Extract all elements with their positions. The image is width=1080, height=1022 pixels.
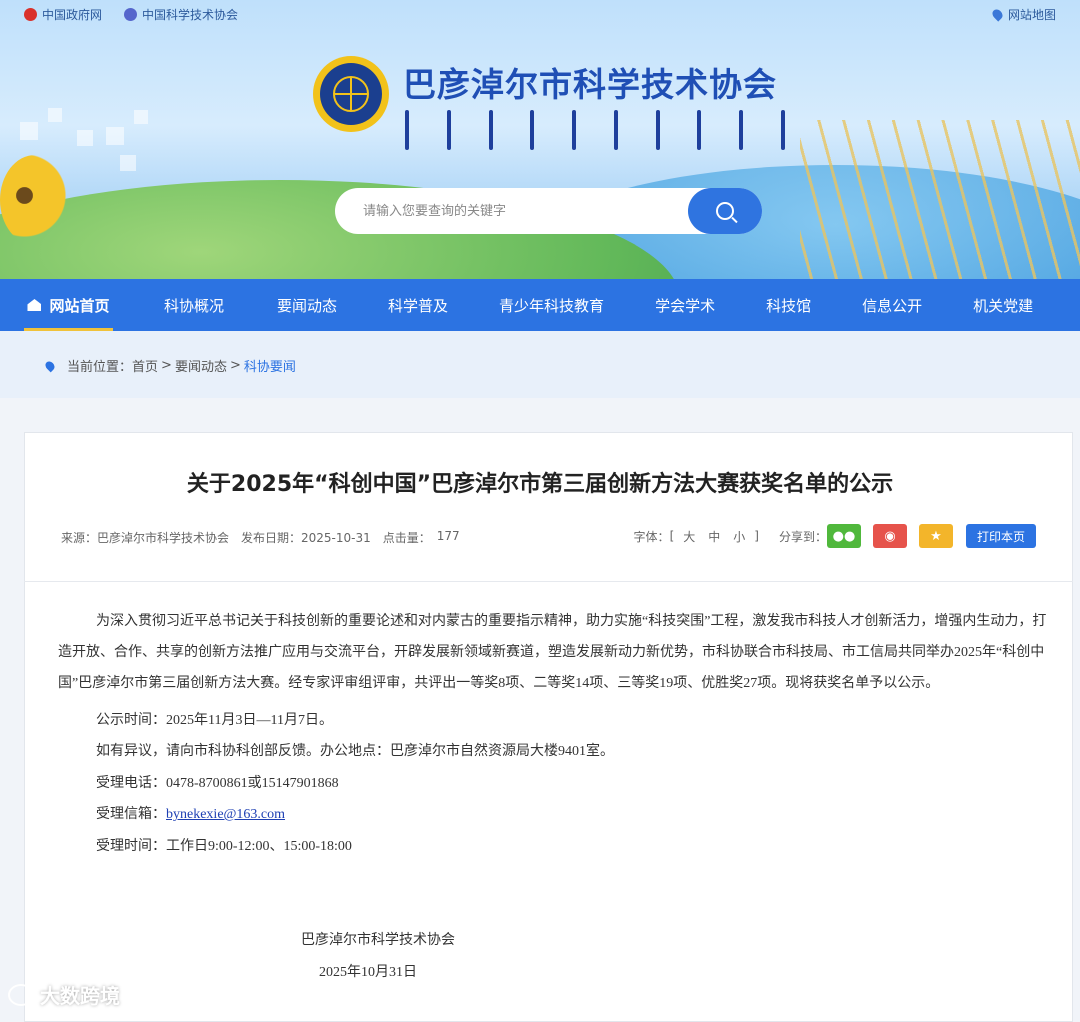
deco-square — [48, 108, 62, 122]
font-medium-button[interactable]: 中 — [708, 528, 720, 545]
cast-link[interactable]: 中国科学技术协会 — [124, 6, 238, 23]
article-meta: 来源：巴彦淖尔市科学技术协会 发布日期：2025-10-31 点击量： 177 — [61, 529, 466, 546]
contact-email-line: 受理信箱：bynekexie@163.com — [96, 803, 285, 823]
breadcrumb-current[interactable]: 科协要闻 — [244, 356, 296, 375]
article-tools: 字体： [ 大 中 小 ] 分享到： ●● ◉ ★ 打印本页 — [634, 524, 1036, 548]
nav-item-overview[interactable]: 科协概况 — [164, 279, 224, 331]
star-icon: ★ — [930, 528, 942, 544]
breadcrumb: 当前位置： 首页 > 要闻动态 > 科协要闻 — [43, 356, 296, 375]
site-title: 巴彦淖尔市科学技术协会 — [403, 65, 777, 104]
breadcrumb-prefix: 当前位置： — [67, 360, 133, 375]
mongolian-script-title — [405, 110, 785, 154]
main-nav: 网站首页 科协概况 要闻动态 科学普及 青少年科技教育 学会学术 科技馆 信息公… — [0, 279, 1080, 331]
wechat-share-button[interactable]: ●● — [827, 524, 861, 548]
cast-emblem-icon — [313, 56, 389, 132]
search-button[interactable] — [688, 188, 762, 234]
wechat-icon: ●● — [832, 528, 856, 544]
deco-square — [77, 130, 93, 146]
sunflower-decoration — [0, 155, 70, 245]
objection-info: 如有异议，请向市科协科创部反馈。办公地点：巴彦淖尔市自然资源局大楼9401室。 — [96, 744, 614, 759]
nav-item-museum[interactable]: 科技馆 — [766, 279, 811, 331]
hits-label: 点击量： — [382, 531, 431, 545]
sitemap-link[interactable]: 网站地图 — [990, 6, 1056, 23]
article-source: 来源：巴彦淖尔市科学技术协会 — [61, 531, 230, 545]
email-label: 受理信箱： — [96, 807, 166, 822]
gov-emblem-icon — [24, 7, 37, 21]
cast-logo-icon — [124, 7, 138, 21]
breadcrumb-home[interactable]: 首页 — [132, 356, 158, 375]
weibo-share-button[interactable]: ◉ — [873, 524, 907, 548]
divider — [24, 581, 1073, 582]
article-title: 关于2025年“科创中国”巴彦淖尔市第三届创新方法大赛获奖名单的公示 — [186, 472, 894, 497]
nav-item-popular-science[interactable]: 科学普及 — [388, 279, 448, 331]
breadcrumb-news[interactable]: 要闻动态 — [175, 356, 227, 375]
search-box — [335, 188, 762, 234]
bracket-close: ] — [754, 529, 759, 543]
font-small-button[interactable]: 小 — [733, 528, 745, 545]
home-icon — [27, 299, 42, 311]
hits-count: 177 — [436, 529, 460, 543]
wheat-decoration — [800, 120, 1080, 279]
nav-item-academic[interactable]: 学会学术 — [655, 279, 715, 331]
location-pin-icon — [990, 6, 1005, 22]
favorite-button[interactable]: ★ — [919, 524, 953, 548]
location-pin-icon — [43, 359, 57, 372]
breadcrumb-separator: > — [229, 358, 241, 373]
watermark-logo-icon — [8, 983, 34, 1006]
cast-link-label: 中国科学技术协会 — [142, 7, 239, 22]
font-large-button[interactable]: 大 — [683, 528, 695, 545]
breadcrumb-separator: > — [161, 358, 172, 373]
signature-date: 2025年10月31日 — [319, 965, 417, 980]
deco-square — [120, 155, 136, 171]
publicity-period: 公示时间：2025年11月3日—11月7日。 — [96, 713, 333, 728]
nav-item-info-disclosure[interactable]: 信息公开 — [862, 279, 922, 331]
gov-link-label: 中国政府网 — [42, 7, 103, 22]
contact-phone: 受理电话：0478-8700861或15147901868 — [96, 776, 339, 791]
nav-item-news[interactable]: 要闻动态 — [277, 279, 337, 331]
print-button[interactable]: 打印本页 — [966, 524, 1036, 548]
nav-label: 网站首页 — [49, 296, 110, 315]
bracket-open: [ — [669, 529, 675, 543]
top-utility-bar: 中国政府网 中国科学技术协会 网站地图 — [0, 0, 1080, 28]
share-label: 分享到： — [778, 529, 827, 544]
nav-item-home[interactable]: 网站首页 — [24, 279, 113, 331]
article-body: 为深入贯彻习近平总书记关于科技创新的重要论述和对内蒙古的重要指示精神，助力实施“… — [58, 614, 1047, 691]
article-date: 发布日期：2025-10-31 — [241, 531, 371, 545]
deco-square — [106, 127, 124, 145]
site-header: 中国政府网 中国科学技术协会 网站地图 巴彦淖尔市科学技术协会 — [0, 0, 1080, 279]
gov-link[interactable]: 中国政府网 — [24, 6, 102, 23]
sitemap-label: 网站地图 — [1007, 7, 1056, 22]
watermark-text: 大数跨境 — [40, 984, 120, 1008]
search-icon — [716, 202, 734, 220]
deco-square — [20, 122, 38, 140]
watermark: 大数跨境 — [8, 980, 120, 1009]
office-hours: 受理时间：工作日9:00-12:00、15:00-18:00 — [96, 839, 352, 854]
signature: 巴彦淖尔市科学技术协会 — [301, 933, 455, 948]
email-link[interactable]: bynekexie@163.com — [166, 807, 285, 822]
weibo-icon: ◉ — [884, 528, 896, 544]
nav-item-youth-education[interactable]: 青少年科技教育 — [499, 279, 604, 331]
search-input[interactable] — [335, 188, 688, 234]
font-size-label: 字体： — [633, 529, 670, 544]
nav-item-party[interactable]: 机关党建 — [973, 279, 1033, 331]
deco-square — [134, 110, 148, 124]
